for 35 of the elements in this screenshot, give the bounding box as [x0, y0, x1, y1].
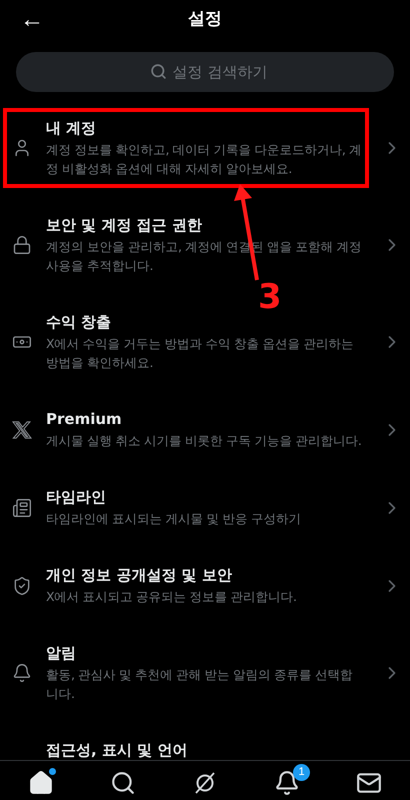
annotation-number: 3	[258, 284, 282, 310]
shield-check-icon	[12, 576, 32, 596]
settings-item[interactable]: 내 계정 계정 정보를 확인하고, 데이터 기록을 다운로드하거나, 계정 비활성화 옵션에 대해 자세히 알아보세요.	[0, 118, 410, 178]
item-description: 활동, 관심사 및 추천에 관해 받는 알림의 종류를 선택합니다.	[46, 666, 354, 703]
item-title: Premium	[46, 409, 122, 429]
settings-item[interactable]: Premium 게시물 실행 취소 시기를 비롯한 구독 기능을 관리합니다.	[0, 409, 410, 450]
item-description: X에서 표시되고 공유되는 정보를 관리합니다.	[46, 588, 296, 606]
bell-icon	[274, 770, 300, 796]
settings-item[interactable]: 접근성, 표시 및 언어	[0, 740, 410, 760]
home-icon	[28, 770, 54, 796]
settings-item[interactable]: 타임라인 타임라인에 표시되는 게시물 및 반응 구성하기	[0, 487, 410, 528]
item-description: X에서 수익을 거두는 방법과 수익 창출 옵션을 관리하는 방법을 확인하세요.	[46, 335, 354, 372]
settings-item[interactable]: 개인 정보 공개설정 및 보안 X에서 표시되고 공유되는 정보를 관리합니다.	[0, 565, 410, 606]
search-field[interactable]: 설정 검색하기	[16, 52, 394, 92]
settings-item[interactable]: 알림 활동, 관심사 및 추천에 관해 받는 알림의 종류를 선택합니다.	[0, 643, 410, 703]
item-title: 개인 정보 공개설정 및 보안	[46, 565, 232, 585]
search-icon	[150, 63, 167, 80]
settings-item[interactable]: 수익 창출 X에서 수익을 거두는 방법과 수익 창출 옵션을 관리하는 방법을 확인하세요.	[0, 312, 410, 372]
x-logo-icon	[12, 420, 32, 440]
item-title: 수익 창출	[46, 312, 112, 332]
back-button[interactable]: ←	[16, 6, 48, 34]
notification-badge: 1	[293, 764, 310, 780]
item-description: 타임라인에 표시되는 게시물 및 반응 구성하기	[46, 510, 301, 528]
lock-icon	[12, 235, 32, 255]
card-icon	[12, 498, 32, 518]
item-title: 접근성, 표시 및 언어	[46, 740, 188, 760]
item-title: 타임라인	[46, 487, 106, 507]
item-title: 알림	[46, 643, 76, 663]
search-icon	[110, 770, 136, 796]
item-title: 보안 및 계정 접근 권한	[46, 215, 202, 235]
item-title: 내 계정	[46, 118, 96, 138]
page-title: 설정	[188, 8, 222, 30]
item-description: 게시물 실행 취소 시기를 비롯한 구독 기능을 관리합니다.	[46, 432, 362, 450]
bell-icon	[12, 663, 32, 683]
item-description: 계정 정보를 확인하고, 데이터 기록을 다운로드하거나, 계정 비활성화 옵션에 대해 자세히 알아보세요.	[46, 141, 362, 178]
